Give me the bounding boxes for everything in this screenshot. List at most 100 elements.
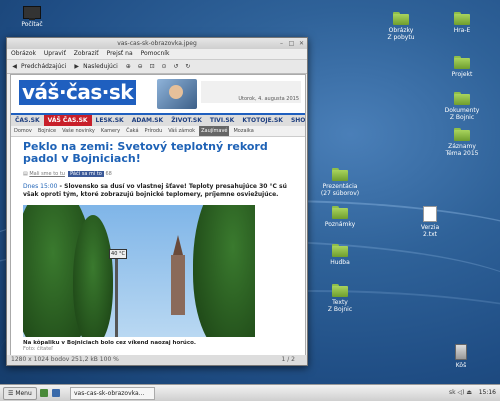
statusbar: 1280 x 1024 bodov 251,2 kB 100 % 1 / 2 — [7, 355, 307, 365]
status-page-index: 1 / 2 — [281, 356, 295, 363]
window-titlebar[interactable]: vas-cas-sk-obrazovka.jpeg – □ ✕ — [7, 38, 307, 49]
desktop-icon-label: Obrázky Z pobytu — [387, 27, 415, 41]
nav-sub-item[interactable]: Domov — [12, 126, 34, 136]
sub-navigation: Domov Bojnice Vaše novinky Kamery Čaká Prírod… — [11, 126, 305, 137]
nav-sub-item[interactable]: Váš zámok — [166, 126, 197, 136]
desktop-icon-trash[interactable]: Kôš — [431, 344, 491, 369]
desktop-icon-label: Hra-E — [453, 27, 471, 34]
desktop: Počítač Obrázky Z pobytu Hra-E Projekt Do… — [0, 0, 500, 384]
main-navigation: ČAS.SK VÁŠ ČAS.SK LESK.SK ADAM.SK ŽIVOT.SK TI… — [11, 113, 305, 126]
desktop-icon-folder[interactable]: Obrázky Z pobytu — [371, 12, 431, 41]
maximize-icon[interactable]: □ — [288, 40, 295, 47]
menu-help[interactable]: Pomocník — [141, 50, 170, 57]
zoom-fit-icon[interactable]: ⊡ — [149, 60, 156, 73]
desktop-icon-folder[interactable]: Záznamy Téma 2015 — [432, 128, 492, 157]
previous-button[interactable]: ◀ Predchádzajúci — [11, 60, 66, 73]
nav-sub-item[interactable]: Bojnice — [36, 126, 58, 136]
rotate-right-icon[interactable]: ↻ — [184, 60, 191, 73]
folder-icon — [332, 244, 348, 257]
nav-sub-item[interactable]: Vaše novinky — [60, 126, 97, 136]
folder-icon — [454, 56, 470, 69]
folder-icon — [332, 206, 348, 219]
nav-sub-item[interactable]: Čaká — [124, 126, 140, 136]
site-logo: váš·čas·sk — [19, 80, 137, 105]
header-ad-area: Utorok, 4. augusta 2015 — [201, 81, 301, 103]
desktop-icon-folder[interactable]: Dokumenty Z Bojnic — [432, 92, 492, 121]
folder-icon — [393, 12, 409, 25]
nav-main-item[interactable]: ČAS.SK — [11, 115, 44, 126]
desktop-icon-label: Dokumenty Z Bojnic — [444, 107, 480, 121]
folder-icon — [454, 12, 470, 25]
close-icon[interactable]: ✕ — [298, 40, 305, 47]
nav-sub-item[interactable]: Mozaika — [231, 126, 255, 136]
photo-tower — [171, 235, 185, 315]
zoom-in-icon[interactable]: ⊕ — [125, 60, 132, 73]
menu-go[interactable]: Prejsť na — [107, 50, 133, 57]
zoom-original-icon[interactable]: ⊙ — [161, 60, 168, 73]
folder-icon — [454, 128, 470, 141]
photo-tree — [73, 215, 113, 337]
next-button[interactable]: ▶ Nasledujúci — [73, 60, 118, 73]
nav-main-item[interactable]: ŽIVOT.SK — [167, 115, 206, 126]
desktop-icon-label: Texty Z Bojnic — [327, 299, 353, 313]
next-label: Nasledujúci — [83, 63, 118, 70]
trash-icon — [455, 344, 467, 360]
article-meta-link: Mali sme to tu — [29, 171, 65, 177]
desktop-icon-computer[interactable]: Počítač — [2, 6, 62, 28]
desktop-icon-folder[interactable]: Projekt — [432, 56, 492, 78]
previous-label: Predchádzajúci — [21, 63, 67, 70]
desktop-icon-folder[interactable]: Hudba — [310, 244, 370, 266]
nav-main-item[interactable]: LESK.SK — [92, 115, 128, 126]
desktop-icon-folder[interactable]: Prezentácia (27 súborov) — [310, 168, 370, 197]
taskbar-window-button[interactable]: vas-cas-sk-obrazovka... — [70, 387, 155, 400]
menubar: Obrázok Upraviť Zobraziť Prejsť na Pomoc… — [7, 49, 307, 60]
nav-sub-item[interactable]: Zaujímavé — [199, 126, 230, 136]
menu-icon: ☰ — [8, 390, 14, 397]
desktop-icon-folder[interactable]: Texty Z Bojnic — [310, 284, 370, 313]
folder-icon — [332, 168, 348, 181]
desktop-icon-label: Verzia 2.txt — [420, 224, 440, 238]
article-time: Dnes 15:00 — [23, 183, 58, 190]
desktop-icon-label: Poznámky — [324, 221, 356, 228]
nav-main-item[interactable]: KTOTOJE.SK — [238, 115, 287, 126]
photo-credit: Foto: čitateľ — [23, 346, 54, 352]
clock[interactable]: 15:16 — [479, 385, 496, 401]
minimize-icon[interactable]: – — [278, 40, 285, 47]
desktop-icon-label: Hudba — [330, 259, 350, 266]
photo-tree — [193, 205, 255, 337]
site-header: váš·čas·sk Utorok, 4. augusta 2015 — [11, 75, 305, 113]
file-manager-icon[interactable] — [40, 389, 48, 397]
menu-edit[interactable]: Upraviť — [44, 50, 66, 57]
nav-main-item[interactable]: TIVI.SK — [206, 115, 238, 126]
desktop-icon-folder[interactable]: Poznámky — [310, 206, 370, 228]
desktop-icon-document[interactable]: Verzia 2.txt — [400, 206, 460, 238]
system-tray[interactable]: sk ◁) ⏏ — [449, 385, 472, 401]
document-icon — [423, 206, 437, 222]
start-menu-button[interactable]: ☰ Menu — [3, 387, 37, 400]
desktop-icon-folder[interactable]: Hra-E — [432, 12, 492, 34]
zoom-out-icon[interactable]: ⊖ — [137, 60, 144, 73]
article-lead: Dnes 15:00 - Slovensko sa dusí vo vlastn… — [23, 183, 293, 199]
menu-image[interactable]: Obrázok — [11, 50, 36, 57]
image-viewport[interactable]: váš·čas·sk Utorok, 4. augusta 2015 ČAS.S… — [10, 74, 306, 356]
article-title: Peklo na zemi: Svetový teplotný rekord p… — [23, 140, 268, 165]
desktop-icon-label: Kôš — [455, 362, 467, 369]
article-photo: 40 °C — [23, 205, 255, 337]
rotate-left-icon[interactable]: ↺ — [172, 60, 179, 73]
photo-thermometer-sign: 40 °C — [109, 249, 127, 259]
nav-main-item[interactable]: ADAM.SK — [128, 115, 168, 126]
nav-sub-item[interactable]: Prírodu — [143, 126, 165, 136]
browser-icon[interactable] — [52, 389, 60, 397]
nav-sub-item[interactable]: Kamery — [99, 126, 122, 136]
print-icon: ▤ — [23, 171, 28, 177]
photo-pole — [115, 253, 118, 337]
taskbar: ☰ Menu vas-cas-sk-obrazovka... sk ◁) ⏏ 1… — [0, 384, 500, 401]
status-image-info: 1280 x 1024 bodov 251,2 kB 100 % — [11, 356, 119, 363]
folder-icon — [332, 284, 348, 297]
header-date: Utorok, 4. augusta 2015 — [238, 96, 299, 102]
nav-main-item[interactable]: VÁŠ ČAS.SK — [43, 115, 92, 126]
start-menu-label: Menu — [15, 390, 32, 397]
nav-main-item[interactable]: SHOPPING — [287, 115, 305, 126]
taskbar-window-label: vas-cas-sk-obrazovka... — [74, 390, 145, 397]
menu-view[interactable]: Zobraziť — [74, 50, 99, 57]
